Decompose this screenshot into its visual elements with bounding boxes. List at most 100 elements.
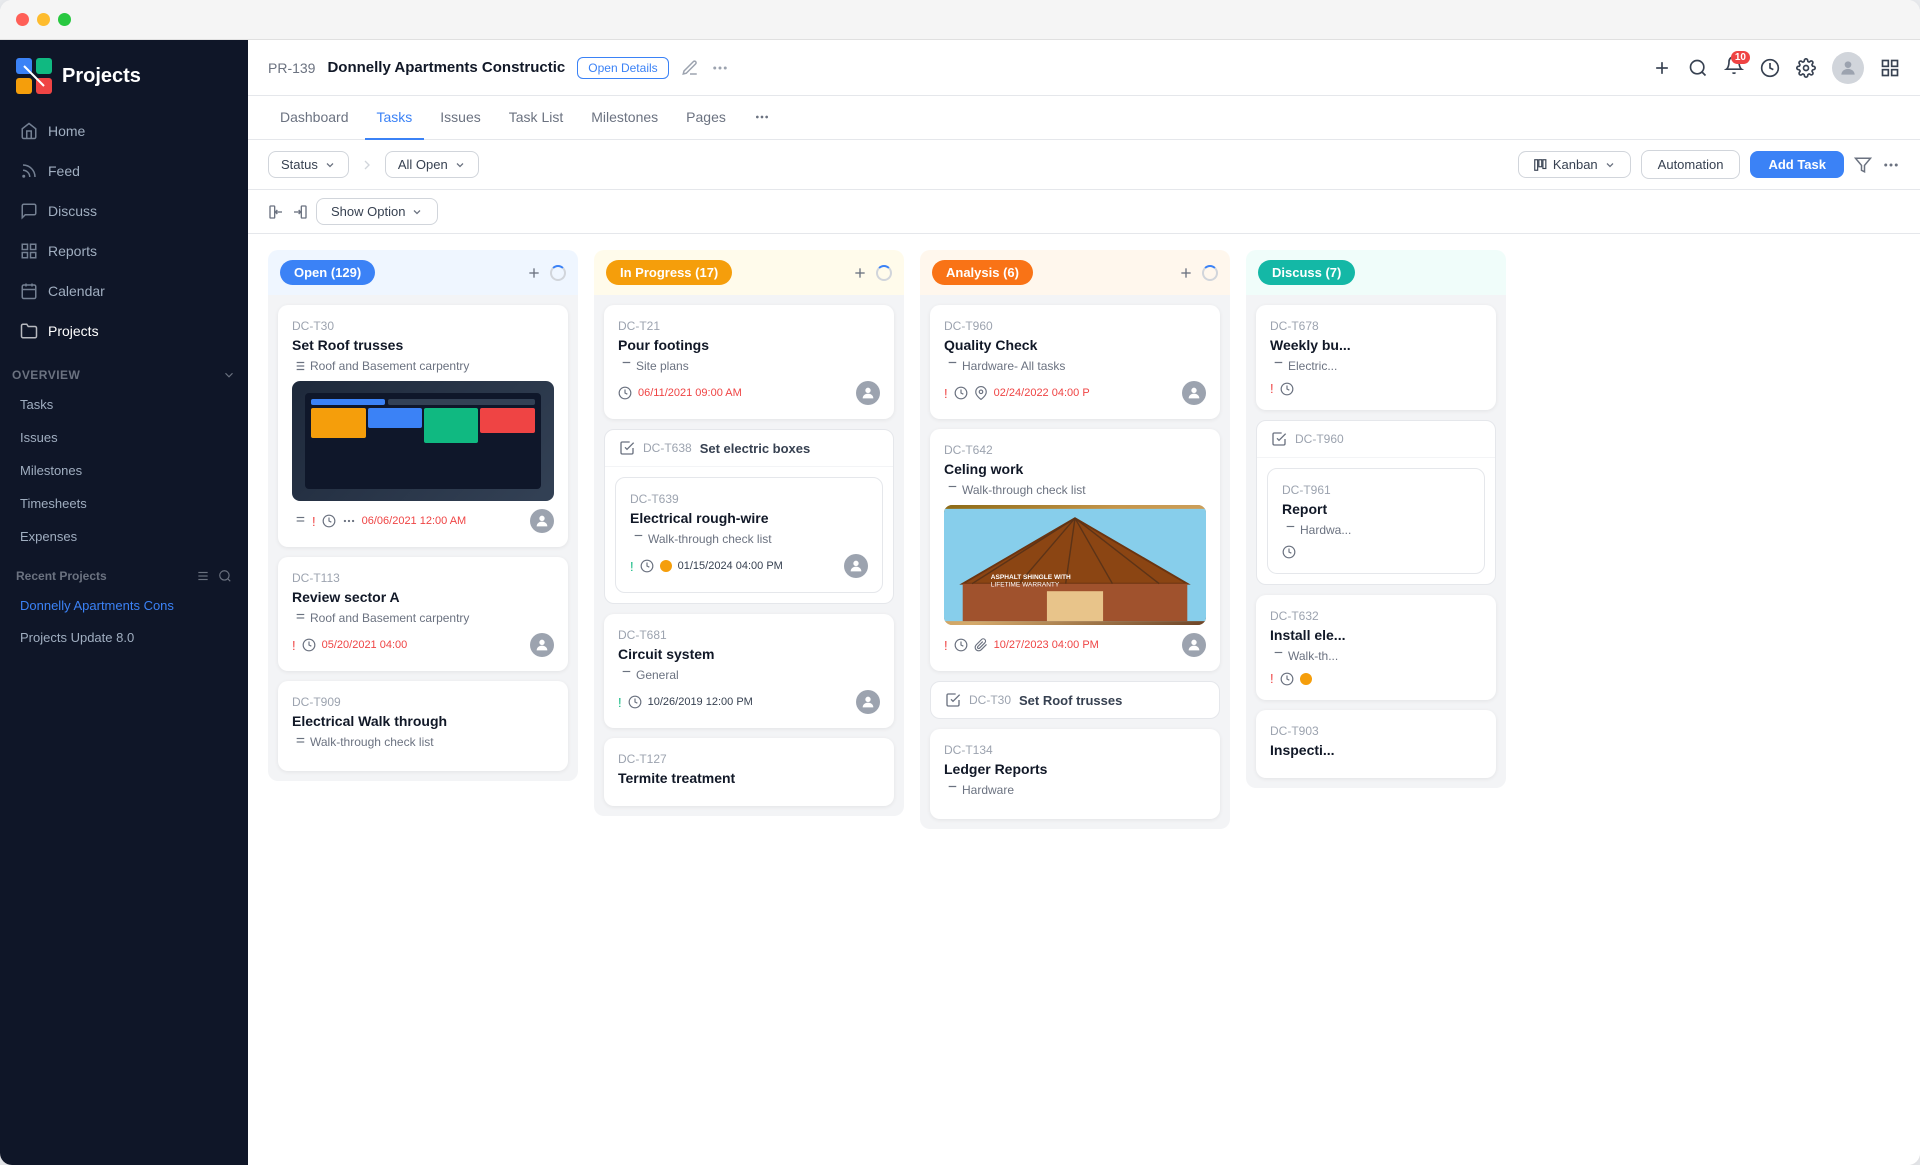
more-icon[interactable] [342, 514, 356, 528]
card-date: 10/27/2023 04:00 PM [994, 639, 1099, 651]
plus-icon[interactable] [1652, 58, 1672, 78]
toolbar: Status All Open Kanban Automat [248, 140, 1920, 190]
all-open-button[interactable]: All Open [385, 151, 479, 178]
plus-icon[interactable] [1178, 265, 1194, 281]
avatar-icon [1186, 637, 1202, 653]
card-title: Set Roof trusses [292, 337, 554, 353]
priority-icon: ! [618, 695, 622, 710]
clock-icon[interactable] [1760, 58, 1780, 78]
card-dc-t30: DC-T30 Set Roof trusses Roof and Basemen… [278, 305, 568, 547]
chevron-down-icon [411, 206, 423, 218]
automation-button[interactable]: Automation [1641, 150, 1741, 179]
tab-issues[interactable]: Issues [428, 96, 492, 140]
card-sub: Walk-th... [1270, 649, 1482, 663]
sidebar-item-projects[interactable]: Projects [8, 312, 240, 350]
card-dc-t903: DC-T903 Inspecti... [1256, 710, 1496, 778]
card-footer: ! 02/24/2022 04:00 P [944, 381, 1206, 405]
column-discuss-badge: Discuss (7) [1258, 260, 1355, 285]
card-sub: Roof and Basement carpentry [292, 611, 554, 625]
card-avatar [856, 690, 880, 714]
column-discuss-body: DC-T678 Weekly bu... Electric... ! [1246, 295, 1506, 788]
tab-more[interactable] [742, 96, 782, 140]
sidebar-item-calendar[interactable]: Calendar [8, 272, 240, 310]
card-id: DC-T681 [618, 628, 880, 642]
group-header: DC-T638 Set electric boxes [605, 430, 893, 467]
card-date: 02/24/2022 04:00 P [994, 387, 1090, 399]
sidebar-item-home[interactable]: Home [8, 112, 240, 150]
sidebar-item-feed-label: Feed [48, 163, 80, 179]
sidebar-item-tasks[interactable]: Tasks [8, 389, 240, 420]
recent-project-donnelly[interactable]: Donnelly Apartments Cons [8, 590, 240, 621]
collapse-left-icon[interactable] [268, 204, 284, 220]
plus-icon[interactable] [852, 265, 868, 281]
kanban-button[interactable]: Kanban [1518, 151, 1631, 178]
sidebar-item-projects-label: Projects [48, 323, 99, 339]
tab-task-list[interactable]: Task List [497, 96, 575, 140]
toolbar-left: Status All Open [268, 151, 479, 178]
sidebar-logo: Projects [0, 40, 248, 112]
maximize-button[interactable] [58, 13, 71, 26]
status-button[interactable]: Status [268, 151, 349, 178]
settings-icon[interactable] [196, 569, 210, 583]
timer-icon [640, 559, 654, 573]
more-horizontal-icon[interactable] [1882, 156, 1900, 174]
close-button[interactable] [16, 13, 29, 26]
search-icon[interactable] [1688, 58, 1708, 78]
sidebar-nav: Home Feed Discuss Reports Calendar [0, 112, 248, 352]
plus-icon[interactable] [526, 265, 542, 281]
column-in-progress: In Progress (17) DC-T21 Pour footings [594, 250, 904, 816]
filter-icon[interactable] [1854, 156, 1872, 174]
list-icon [292, 735, 306, 749]
sidebar-item-issues[interactable]: Issues [8, 422, 240, 453]
show-option-button[interactable]: Show Option [316, 198, 438, 225]
timer-icon [954, 638, 968, 652]
open-details-button[interactable]: Open Details [577, 57, 668, 79]
kanban-board: Open (129) DC-T30 Set Roof trusses [248, 234, 1920, 1165]
overview-section: Overview [0, 352, 248, 388]
card-footer: 06/11/2021 09:00 AM [618, 381, 880, 405]
sidebar-item-expenses[interactable]: Expenses [8, 521, 240, 552]
group-id: DC-T638 [643, 441, 692, 455]
user-avatar[interactable] [1832, 52, 1864, 84]
card-title: Celing work [944, 461, 1206, 477]
topbar-left: PR-139 Donnelly Apartments Constructic O… [268, 57, 729, 79]
tab-pages[interactable]: Pages [674, 96, 738, 140]
card-sub: Walk-through check list [944, 483, 1206, 497]
settings-icon[interactable] [1796, 58, 1816, 78]
add-task-button[interactable]: Add Task [1750, 151, 1844, 178]
column-analysis-badge: Analysis (6) [932, 260, 1033, 285]
timer-icon [618, 386, 632, 400]
card-title: Install ele... [1270, 627, 1482, 643]
sidebar-item-reports-label: Reports [48, 243, 97, 259]
card-image-roof: ASPHALT SHINGLE WITH LIFETIME WARRANTY [944, 505, 1206, 625]
grid-icon[interactable] [1880, 58, 1900, 78]
group-card-dc-t638: DC-T638 Set electric boxes DC-T639 Elect… [604, 429, 894, 604]
pencil-icon[interactable] [681, 59, 699, 77]
card-dc-t961: DC-T961 Report Hardwa... [1267, 468, 1485, 574]
roof-illustration: ASPHALT SHINGLE WITH LIFETIME WARRANTY [944, 505, 1206, 625]
tab-dashboard[interactable]: Dashboard [268, 96, 361, 140]
search-icon[interactable] [218, 569, 232, 583]
group-label: Set electric boxes [700, 441, 811, 456]
sidebar-item-milestones[interactable]: Milestones [8, 455, 240, 486]
card-id: DC-T639 [630, 492, 868, 506]
tab-milestones[interactable]: Milestones [579, 96, 670, 140]
card-sub: Hardware [944, 783, 1206, 797]
topbar: PR-139 Donnelly Apartments Constructic O… [248, 40, 1920, 96]
card-title: Electrical rough-wire [630, 510, 868, 526]
tab-tasks[interactable]: Tasks [365, 96, 425, 140]
sidebar-item-timesheets[interactable]: Timesheets [8, 488, 240, 519]
recent-project-update[interactable]: Projects Update 8.0 [8, 622, 240, 653]
card-title: Report [1282, 501, 1470, 517]
more-horizontal-icon[interactable] [711, 59, 729, 77]
collapse-right-icon[interactable] [292, 204, 308, 220]
avatar-icon [860, 694, 876, 710]
minimize-button[interactable] [37, 13, 50, 26]
sidebar-item-discuss[interactable]: Discuss [8, 192, 240, 230]
sidebar-item-discuss-label: Discuss [48, 203, 97, 219]
sidebar-item-feed[interactable]: Feed [8, 152, 240, 190]
sidebar-item-reports[interactable]: Reports [8, 232, 240, 270]
card-date: 06/06/2021 12:00 AM [362, 515, 467, 527]
card-dc-t113: DC-T113 Review sector A Roof and Basemen… [278, 557, 568, 671]
column-open-header: Open (129) [268, 250, 578, 295]
